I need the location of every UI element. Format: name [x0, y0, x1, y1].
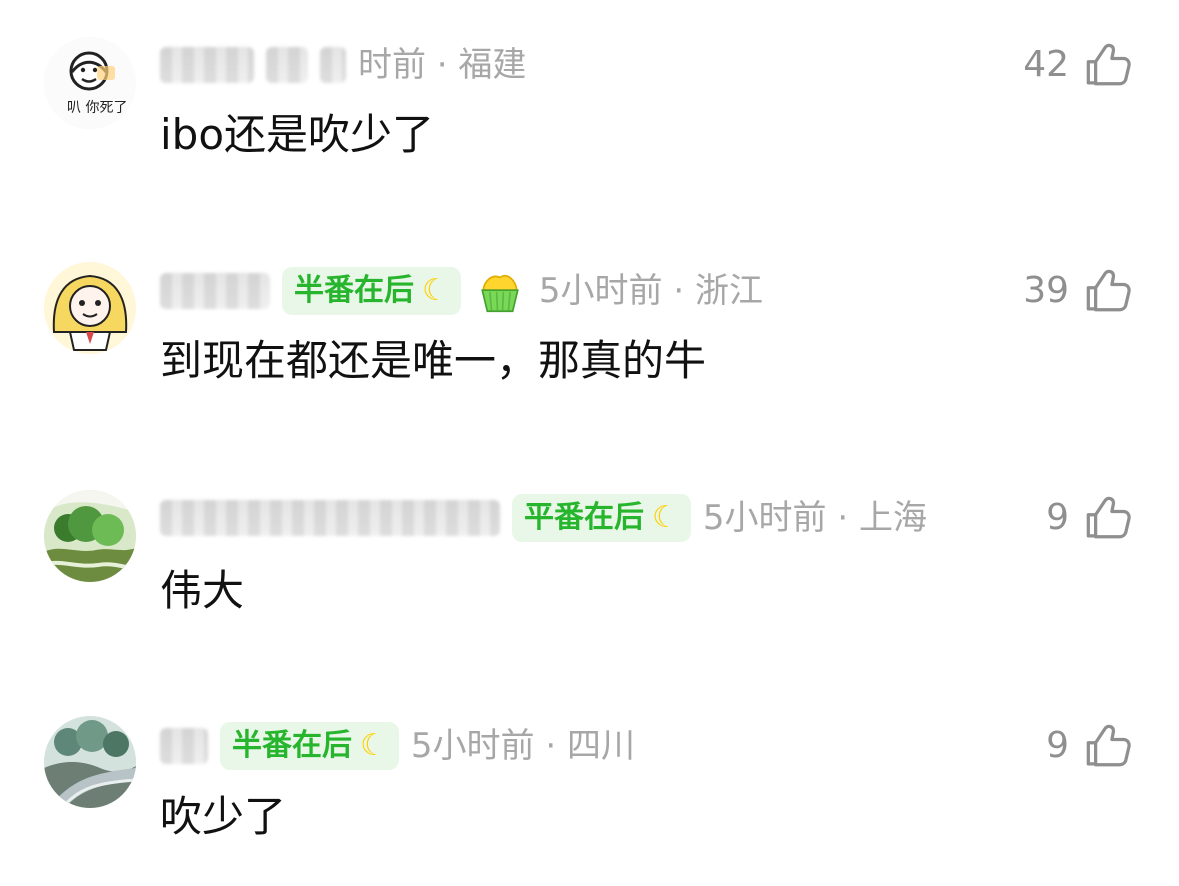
username-blurred	[160, 273, 270, 309]
medal-badge: 平番在后 ☾	[512, 494, 691, 542]
like-count: 42	[1023, 44, 1069, 85]
comment-text: 吹少了	[160, 792, 287, 841]
avatar[interactable]: 叭 你死了	[44, 37, 136, 129]
comment-text: 伟大	[160, 566, 245, 615]
comment-text: ibo还是吹少了	[160, 110, 435, 159]
username-blurred	[266, 47, 308, 83]
timestamp-location: 5小时前 · 四川	[410, 726, 635, 766]
avatar-caption: 叭 你死了	[67, 100, 127, 116]
username-blurred	[160, 500, 500, 536]
thumb-up-icon	[1086, 724, 1131, 767]
like-count: 9	[1046, 497, 1069, 538]
comment-meta: 半番在后 ☾ 5小时前 · 浙江	[160, 263, 763, 319]
username-blurred	[320, 47, 346, 83]
crescent-moon-icon: ☾	[360, 728, 387, 763]
timestamp-location: 时前 · 福建	[358, 45, 527, 85]
like-button[interactable]: 42	[1023, 37, 1133, 93]
badge-text: 平番在后	[524, 500, 644, 535]
crescent-moon-icon: ☾	[652, 500, 679, 535]
medal-badge: 半番在后 ☾	[282, 267, 461, 315]
avatar[interactable]	[44, 490, 136, 582]
comment-meta: 平番在后 ☾ 5小时前 · 上海	[160, 490, 927, 546]
comment-meta: 半番在后 ☾ 5小时前 · 四川	[160, 718, 635, 774]
medal-badge: 半番在后 ☾	[220, 722, 399, 770]
like-button[interactable]: 39	[1023, 263, 1133, 319]
timestamp-location: 5小时前 · 上海	[702, 498, 927, 538]
avatar[interactable]	[44, 262, 136, 354]
thumb-up-icon	[1086, 43, 1131, 86]
badge-text: 半番在后	[232, 728, 352, 763]
username-blurred	[160, 47, 254, 83]
like-button[interactable]: 9	[1046, 718, 1133, 774]
thumb-up-icon	[1086, 496, 1131, 539]
comment-meta: 时前 · 福建	[160, 37, 526, 93]
username-blurred	[160, 728, 208, 764]
like-count: 9	[1046, 725, 1069, 766]
thumb-up-icon	[1086, 269, 1131, 312]
like-button[interactable]: 9	[1046, 490, 1133, 546]
badge-text: 半番在后	[294, 273, 414, 308]
comment-text: 到现在都还是唯一，那真的牛	[160, 336, 707, 385]
cupcake-icon	[481, 274, 519, 313]
like-count: 39	[1023, 270, 1069, 311]
crescent-moon-icon: ☾	[422, 273, 449, 308]
avatar[interactable]	[44, 716, 136, 808]
timestamp-location: 5小时前 · 浙江	[538, 271, 763, 311]
